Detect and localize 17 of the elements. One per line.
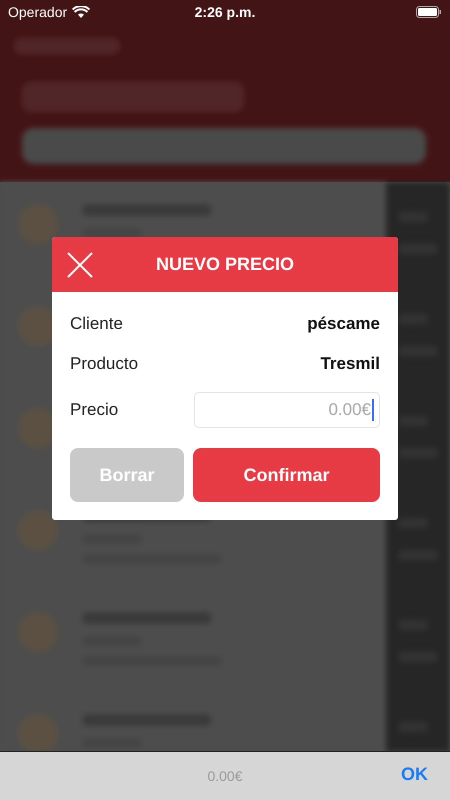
close-button[interactable] [67,252,93,278]
wifi-icon [72,6,90,18]
amount-preview: 0.00€ [207,768,243,784]
field-label: Producto [70,354,138,374]
field-label: Cliente [70,314,123,334]
status-time: 2:26 p.m. [194,4,256,20]
field-value: Tresmil [320,354,380,374]
field-value: péscame [307,314,380,334]
ok-button[interactable]: OK [401,764,428,785]
field-label: Precio [70,400,118,420]
close-icon [67,252,93,278]
dialog-title: NUEVO PRECIO [156,254,294,275]
confirm-button[interactable]: Confirmar [193,448,380,502]
carrier-label: Operador [8,4,68,20]
battery-icon [416,6,442,18]
price-input[interactable]: 0.00€ [194,392,380,428]
text-cursor [372,399,374,421]
